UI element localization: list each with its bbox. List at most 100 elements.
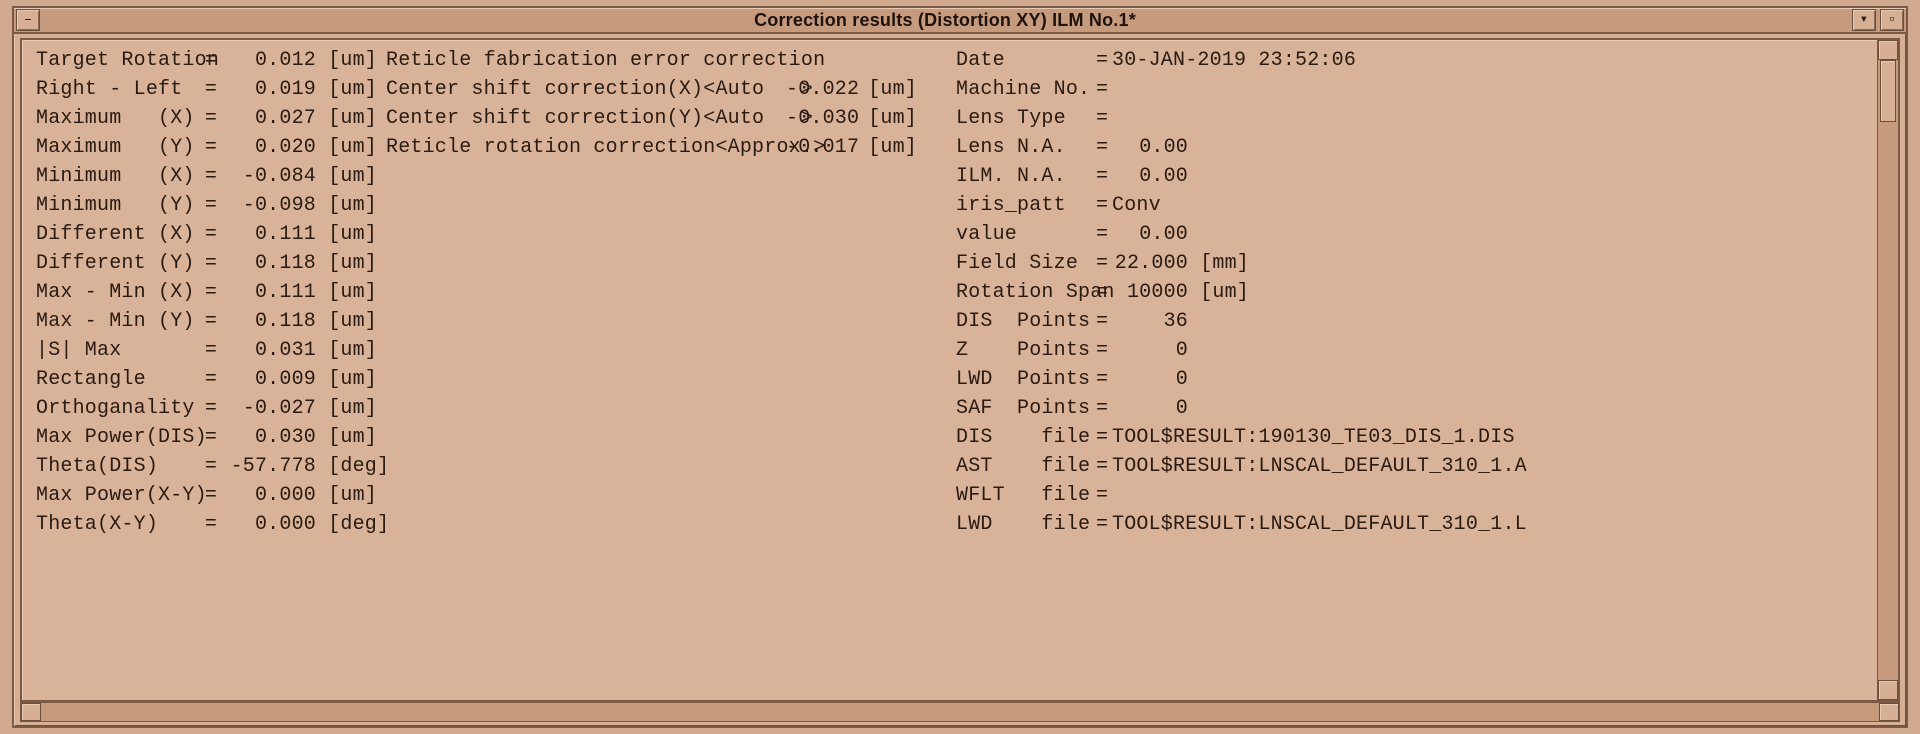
minimize-button[interactable]: ▾ — [1852, 9, 1876, 31]
metric-value: 0.118 — [226, 249, 316, 278]
equals-sign: = — [196, 452, 226, 481]
metric-label: Max Power(X-Y) — [36, 481, 196, 510]
equals-sign: = — [1096, 220, 1112, 249]
info-label: DIS file — [956, 423, 1096, 452]
info-label: value — [956, 220, 1096, 249]
result-row: Minimum (Y)=-0.098 [um]iris_patt= Conv — [36, 191, 1890, 220]
equals-sign: = — [196, 278, 226, 307]
info-value: TOOL$RESULT:LNSCAL_DEFAULT_310_1.L — [1112, 510, 1527, 539]
equals-sign: = — [1096, 133, 1112, 162]
result-row: Different (X)=0.111 [um]value= 0.00 — [36, 220, 1890, 249]
metric-value: -0.084 — [226, 162, 316, 191]
equals-sign: = — [196, 104, 226, 133]
metric-label: Different (Y) — [36, 249, 196, 278]
equals-sign: = — [196, 394, 226, 423]
metric-label: Right - Left — [36, 75, 196, 104]
results-text: Target Rotation=0.012 [um]Reticle fabric… — [22, 40, 1898, 545]
metric-unit: [um] — [316, 133, 376, 162]
result-row: Orthoganality=-0.027 [um]SAF Points= 0 — [36, 394, 1890, 423]
metric-value: 0.111 — [226, 220, 316, 249]
metric-unit: [um] — [316, 104, 376, 133]
info-label: Field Size — [956, 249, 1096, 278]
result-row: Minimum (X)=-0.084 [um]ILM. N.A.= 0.00 — [36, 162, 1890, 191]
metric-value: 0.111 — [226, 278, 316, 307]
window-title: Correction results (Distortion XY) ILM N… — [40, 10, 1850, 31]
result-row: Max Power(X-Y)=0.000 [um]WFLT file= — [36, 481, 1890, 510]
equals-sign: = — [1096, 307, 1112, 336]
info-value: 36 — [1112, 307, 1188, 336]
info-label: LWD file — [956, 510, 1096, 539]
info-value: 0.00 — [1112, 133, 1188, 162]
equals-sign: = — [1096, 75, 1112, 104]
equals-sign: = — [196, 75, 226, 104]
metric-unit: [deg] — [316, 452, 376, 481]
metric-value: 0.000 — [226, 481, 316, 510]
equals-sign: = — [196, 510, 226, 539]
equals-sign: = — [196, 481, 226, 510]
metric-unit: [um] — [316, 220, 376, 249]
info-value: 30-JAN-2019 23:52:06 — [1112, 46, 1356, 75]
info-label: iris_patt — [956, 191, 1096, 220]
result-row: Max - Min (X)=0.111 [um]Rotation Span= 1… — [36, 278, 1890, 307]
info-label: SAF Points — [956, 394, 1096, 423]
correction-label: Reticle fabrication error correction — [386, 46, 786, 75]
result-row: Different (Y)=0.118 [um]Field Size= 22.0… — [36, 249, 1890, 278]
maximize-button[interactable]: ▫ — [1880, 9, 1904, 31]
equals-sign: = — [196, 249, 226, 278]
info-label: Z Points — [956, 336, 1096, 365]
scroll-right-button[interactable] — [1879, 703, 1899, 721]
equals-sign: = — [196, 307, 226, 336]
metric-value: -0.098 — [226, 191, 316, 220]
scroll-thumb[interactable] — [1880, 60, 1896, 122]
client-area: Target Rotation=0.012 [um]Reticle fabric… — [20, 38, 1900, 702]
info-label: Rotation Span — [956, 278, 1096, 307]
metric-label: Max Power(DIS) — [36, 423, 196, 452]
result-row: Theta(DIS)=-57.778 [deg]AST file= TOOL$R… — [36, 452, 1890, 481]
metric-label: Max - Min (X) — [36, 278, 196, 307]
system-menu-button[interactable]: – — [16, 9, 40, 31]
info-value: 0 — [1112, 394, 1188, 423]
info-value: TOOL$RESULT:LNSCAL_DEFAULT_310_1.A — [1112, 452, 1527, 481]
equals-sign: = — [1096, 249, 1112, 278]
metric-unit: [um] — [316, 423, 376, 452]
info-unit: [mm] — [1188, 249, 1238, 278]
correction-label: Center shift correction(X)<Auto > — [386, 75, 786, 104]
info-unit: [um] — [1188, 278, 1238, 307]
vertical-scrollbar[interactable] — [1877, 40, 1898, 700]
equals-sign: = — [1096, 104, 1112, 133]
metric-value: 0.030 — [226, 423, 316, 452]
info-value: 22.000 — [1112, 249, 1188, 278]
titlebar[interactable]: – Correction results (Distortion XY) ILM… — [14, 8, 1906, 34]
equals-sign: = — [1096, 394, 1112, 423]
result-row: Theta(X-Y)=0.000 [deg]LWD file= TOOL$RES… — [36, 510, 1890, 539]
metric-value: 0.000 — [226, 510, 316, 539]
equals-sign: = — [196, 336, 226, 365]
metric-unit: [um] — [316, 481, 376, 510]
info-label: Lens N.A. — [956, 133, 1096, 162]
metric-label: Minimum (Y) — [36, 191, 196, 220]
info-label: LWD Points — [956, 365, 1096, 394]
metric-value: 0.031 — [226, 336, 316, 365]
scroll-left-button[interactable] — [21, 703, 41, 721]
metric-label: Target Rotation — [36, 46, 196, 75]
metric-unit: [um] — [316, 394, 376, 423]
metric-label: Orthoganality — [36, 394, 196, 423]
correction-value: -0.030 — [786, 104, 856, 133]
scroll-up-button[interactable] — [1878, 40, 1898, 60]
metric-label: Minimum (X) — [36, 162, 196, 191]
metric-unit: [um] — [316, 191, 376, 220]
result-row: Max Power(DIS)=0.030 [um]DIS file= TOOL$… — [36, 423, 1890, 452]
metric-value: 0.012 — [226, 46, 316, 75]
horizontal-scrollbar[interactable] — [20, 702, 1900, 722]
metric-value: -0.027 — [226, 394, 316, 423]
metric-value: 0.019 — [226, 75, 316, 104]
scroll-down-button[interactable] — [1878, 680, 1898, 700]
info-value: 0.00 — [1112, 162, 1188, 191]
metric-unit: [um] — [316, 365, 376, 394]
info-label: Date — [956, 46, 1096, 75]
equals-sign: = — [196, 365, 226, 394]
metric-label: Rectangle — [36, 365, 196, 394]
equals-sign: = — [1096, 191, 1112, 220]
metric-unit: [um] — [316, 75, 376, 104]
info-value: 10000 — [1112, 278, 1188, 307]
